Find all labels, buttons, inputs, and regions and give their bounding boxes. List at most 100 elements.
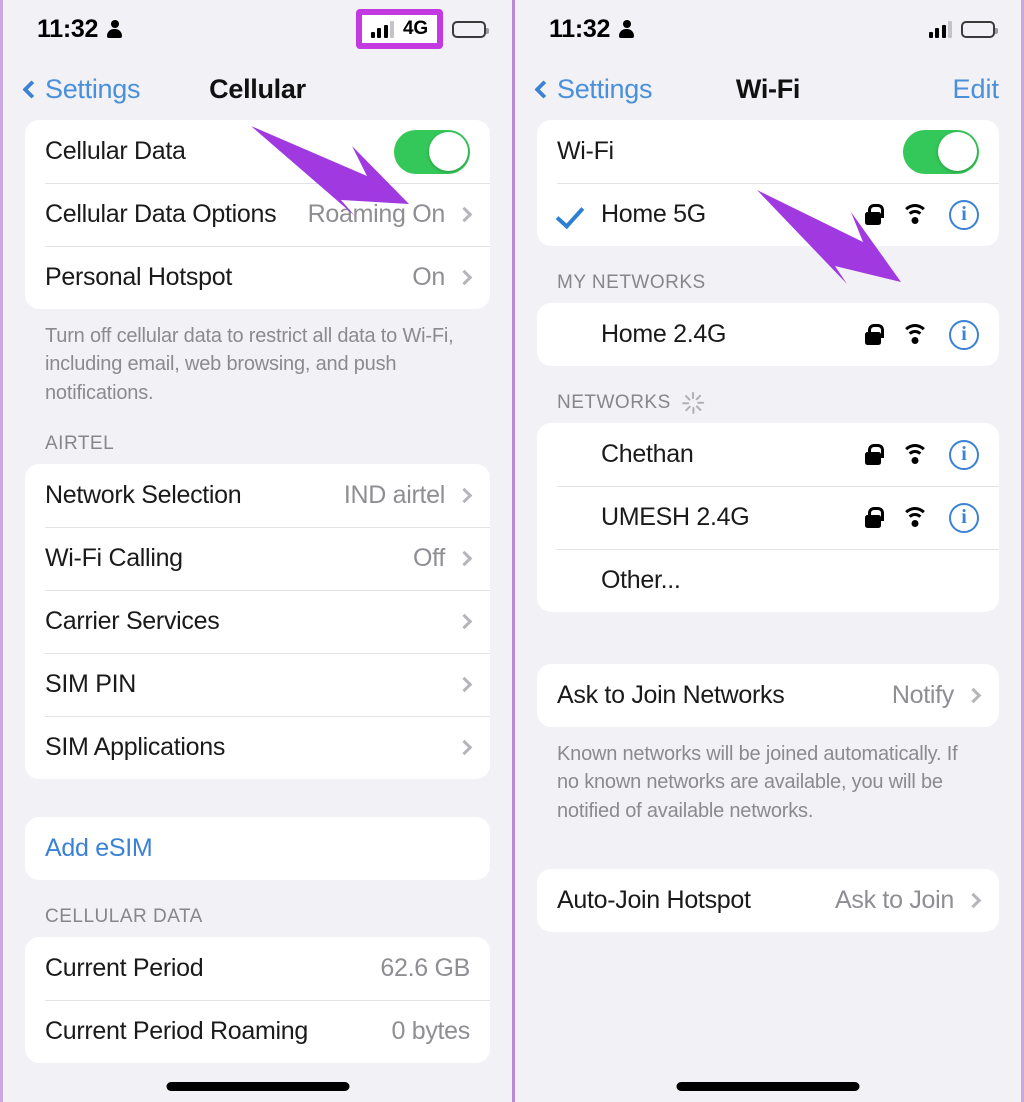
back-label: Settings	[45, 73, 141, 104]
chevron-right-icon	[456, 676, 473, 693]
lock-icon	[865, 324, 884, 345]
add-esim-label: Add eSIM	[45, 834, 153, 863]
status-left-group: 11:32	[549, 14, 635, 44]
nav-bar-right: Settings Wi-Fi Edit	[515, 58, 1021, 120]
section-header-airtel: AIRTEL	[45, 433, 115, 455]
wifi-icon	[901, 204, 929, 225]
row-sim-pin[interactable]: SIM PIN	[25, 653, 490, 716]
row-cellular-data[interactable]: Cellular Data	[25, 120, 490, 183]
row-network-other[interactable]: Other...	[537, 549, 999, 612]
chevron-left-icon	[534, 79, 553, 99]
row-label: Network Selection	[45, 481, 242, 510]
row-network-chethan[interactable]: Chethan i	[537, 423, 999, 486]
network-icons: i	[865, 319, 979, 350]
home-indicator	[676, 1082, 860, 1091]
info-icon[interactable]: i	[949, 502, 979, 533]
row-current-period[interactable]: Current Period 62.6 GB	[25, 937, 490, 1000]
lock-icon	[865, 444, 884, 465]
status-bar-left: 11:32 4G	[3, 0, 512, 58]
chevron-right-icon	[456, 206, 473, 223]
cellular-data-group: Cellular Data Cellular Data Options Roam…	[25, 120, 490, 309]
row-carrier-services[interactable]: Carrier Services	[25, 590, 490, 653]
section-label: NETWORKS	[557, 392, 671, 413]
network-icons: i	[865, 199, 979, 230]
lock-icon	[865, 204, 884, 225]
info-icon[interactable]: i	[949, 199, 979, 230]
nav-bar-left: Settings Cellular	[3, 58, 512, 120]
wifi-toggle[interactable]	[903, 129, 979, 174]
network-type-label: 4G	[403, 18, 428, 39]
row-value: On	[412, 263, 445, 291]
row-current-period-roaming[interactable]: Current Period Roaming 0 bytes	[25, 1000, 490, 1063]
available-networks-group: Chethan i UMESH 2.4G i Other...	[537, 423, 999, 612]
ask-to-join-group: Ask to Join Networks Notify	[537, 664, 999, 727]
row-value: 62.6 GB	[380, 954, 470, 983]
row-add-esim[interactable]: Add eSIM	[25, 817, 490, 880]
info-icon[interactable]: i	[949, 319, 979, 350]
cellular-settings-screen: 11:32 4G Settings Cellular Cellular Data…	[0, 0, 512, 1102]
row-label: Other...	[601, 566, 681, 594]
row-network-selection[interactable]: Network Selection IND airtel	[25, 464, 490, 527]
back-to-settings-button[interactable]: Settings	[22, 73, 141, 105]
section-header-networks: NETWORKS	[537, 366, 999, 423]
chevron-right-icon	[965, 892, 982, 909]
row-sim-applications[interactable]: SIM Applications	[25, 716, 490, 779]
row-value: Roaming On	[307, 200, 446, 228]
two-phone-screenshots: 11:32 4G Settings Cellular Cellular Data…	[0, 0, 1024, 1102]
section-header-cellular-data: CELLULAR DATA	[45, 906, 203, 928]
chevron-right-icon	[456, 269, 473, 286]
row-label: Home 5G	[601, 200, 706, 228]
chevron-right-icon	[456, 487, 473, 504]
row-wifi-toggle[interactable]: Wi-Fi	[537, 120, 999, 183]
row-label: Auto-Join Hotspot	[557, 886, 751, 915]
highlight-box-4g: 4G	[355, 9, 443, 49]
status-right-group: 4G	[355, 9, 489, 49]
row-label: Personal Hotspot	[45, 263, 232, 291]
cellular-content: Cellular Data Cellular Data Options Roam…	[3, 120, 512, 1064]
row-label: Cellular Data Options	[45, 200, 277, 228]
row-value: Off	[413, 544, 445, 573]
signal-bars-icon	[928, 21, 952, 38]
row-ask-to-join-networks[interactable]: Ask to Join Networks Notify	[537, 664, 999, 727]
wifi-settings-screen: 11:32 Settings Wi-Fi Edit Wi-Fi Home 5G …	[512, 0, 1024, 1102]
loading-spinner-icon	[681, 392, 704, 414]
ask-to-join-footnote: Known networks will be joined automatica…	[557, 743, 958, 822]
network-icons: i	[865, 502, 979, 533]
row-value: Notify	[891, 681, 954, 709]
status-left-group: 11:32	[37, 14, 123, 44]
wifi-content: Wi-Fi Home 5G i MY NETWORKS Home 2.4G i …	[515, 120, 1021, 933]
row-label: Wi-Fi Calling	[45, 544, 183, 573]
row-personal-hotspot[interactable]: Personal Hotspot On	[25, 246, 490, 309]
edit-button[interactable]: Edit	[952, 74, 999, 105]
row-cellular-data-options[interactable]: Cellular Data Options Roaming On	[25, 183, 490, 246]
row-connected-network[interactable]: Home 5G i	[537, 183, 999, 246]
cellular-data-toggle[interactable]	[394, 129, 470, 174]
row-value: IND airtel	[343, 481, 445, 510]
section-header-my-networks: MY NETWORKS	[557, 272, 706, 293]
checkmark-icon	[555, 199, 585, 230]
row-label: Home 2.4G	[601, 320, 727, 348]
row-wifi-calling[interactable]: Wi-Fi Calling Off	[25, 527, 490, 590]
status-time: 11:32	[549, 14, 611, 43]
battery-icon	[961, 20, 998, 38]
row-label: Chethan	[601, 440, 694, 468]
status-time: 11:32	[37, 14, 99, 43]
wifi-icon	[901, 507, 929, 528]
row-auto-join-hotspot[interactable]: Auto-Join Hotspot Ask to Join	[537, 869, 999, 932]
row-network-home-24g[interactable]: Home 2.4G i	[537, 303, 999, 366]
back-label: Settings	[557, 73, 653, 104]
row-label: SIM PIN	[45, 670, 136, 699]
back-to-settings-button[interactable]: Settings	[534, 73, 653, 105]
battery-icon	[452, 20, 489, 38]
airtel-group: Network Selection IND airtel Wi-Fi Calli…	[25, 464, 490, 780]
status-right-group	[928, 20, 998, 38]
row-label: Cellular Data	[45, 137, 186, 165]
network-icons: i	[865, 439, 979, 470]
chevron-right-icon	[965, 687, 982, 704]
info-icon[interactable]: i	[949, 439, 979, 470]
row-value: Ask to Join	[835, 886, 954, 915]
row-network-umesh-24g[interactable]: UMESH 2.4G i	[537, 486, 999, 549]
my-networks-group: Home 2.4G i	[537, 303, 999, 366]
person-icon	[619, 19, 635, 39]
wifi-icon	[901, 444, 929, 465]
